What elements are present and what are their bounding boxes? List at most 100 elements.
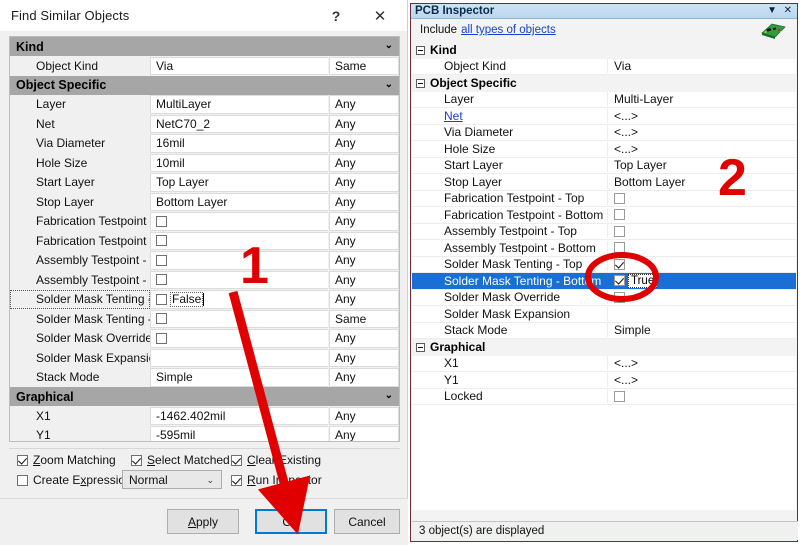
property-row[interactable]: Start Layer Top Layer Any: [10, 172, 399, 192]
property-value-checkbox[interactable]: [156, 215, 167, 227]
inspector-property-row[interactable]: Solder Mask Tenting - Bottom True: [412, 273, 796, 290]
inspector-property-row[interactable]: Stack Mode Simple: [412, 322, 796, 339]
property-value[interactable]: [150, 231, 328, 250]
property-row[interactable]: Assembly Testpoint - Top Any: [10, 250, 399, 270]
property-value[interactable]: [150, 329, 328, 348]
cancel-button[interactable]: Cancel: [334, 509, 400, 534]
property-row[interactable]: Object Kind Via Same: [10, 56, 399, 76]
property-row[interactable]: Solder Mask Tenting - B Same: [10, 309, 399, 329]
collapse-icon[interactable]: [416, 45, 425, 55]
inspector-group-header[interactable]: Graphical: [412, 339, 796, 356]
clear-existing-checkbox[interactable]: Clear Existing: [231, 453, 321, 467]
group-header[interactable]: Object Specific ⌄: [10, 75, 399, 95]
property-value[interactable]: MultiLayer: [150, 95, 328, 114]
inspector-property-row[interactable]: Via Diameter <...>: [412, 124, 796, 141]
property-value-checkbox[interactable]: [156, 235, 167, 247]
property-row[interactable]: Fabrication Testpoint - T Any: [10, 211, 399, 231]
inspector-property-value[interactable]: Bottom Layer: [608, 175, 796, 189]
inspector-property-value[interactable]: <...>: [608, 142, 796, 156]
property-row[interactable]: Layer MultiLayer Any: [10, 94, 399, 114]
help-icon[interactable]: ?: [317, 0, 355, 31]
chevron-down-icon[interactable]: ⌄: [385, 41, 393, 51]
property-row[interactable]: Solder Mask Tenting - T False Any: [10, 289, 399, 309]
match-mode-cell[interactable]: Any: [329, 173, 399, 192]
match-mode-cell[interactable]: Any: [329, 270, 399, 289]
collapse-icon[interactable]: [416, 78, 425, 88]
close-icon[interactable]: ✕: [361, 0, 399, 31]
property-row[interactable]: Hole Size 10mil Any: [10, 153, 399, 173]
match-mode-cell[interactable]: Same: [329, 56, 399, 75]
property-row[interactable]: Fabrication Testpoint - B Any: [10, 231, 399, 251]
inspector-value-checkbox[interactable]: [614, 209, 625, 221]
inspector-group-header[interactable]: Kind: [412, 42, 796, 59]
property-value[interactable]: NetC70_2: [150, 114, 328, 133]
match-mode-cell[interactable]: Any: [329, 95, 399, 114]
inspector-property-row[interactable]: Net <...>: [412, 108, 796, 125]
inspector-property-value[interactable]: [608, 209, 796, 221]
inspector-property-row[interactable]: Assembly Testpoint - Bottom: [412, 240, 796, 257]
inspector-value-checkbox[interactable]: [614, 258, 625, 270]
inspector-property-value[interactable]: [608, 192, 796, 204]
inspector-property-value[interactable]: Simple: [608, 323, 796, 337]
property-value[interactable]: [150, 251, 328, 270]
property-value-checkbox[interactable]: [156, 293, 167, 305]
inspector-property-row[interactable]: Object Kind Via: [412, 58, 796, 75]
create-expression-box[interactable]: [17, 474, 28, 486]
inspector-property-row[interactable]: Solder Mask Tenting - Top: [412, 256, 796, 273]
close-icon[interactable]: ✕: [784, 5, 792, 16]
property-value-editor[interactable]: False: [170, 291, 205, 307]
create-expression-checkbox[interactable]: Create Expression: [17, 473, 132, 487]
ok-button[interactable]: OK: [255, 509, 327, 534]
inspector-property-value[interactable]: Top Layer: [608, 158, 796, 172]
property-row[interactable]: Stop Layer Bottom Layer Any: [10, 192, 399, 212]
property-row[interactable]: Y1 -595mil Any: [10, 425, 399, 441]
apply-button[interactable]: Apply: [167, 509, 239, 534]
property-value[interactable]: [150, 270, 328, 289]
property-value-checkbox[interactable]: [156, 274, 167, 286]
inspector-property-row[interactable]: Layer Multi-Layer: [412, 91, 796, 108]
match-mode-cell[interactable]: Any: [329, 426, 399, 441]
match-mode-cell[interactable]: Any: [329, 406, 399, 425]
property-row[interactable]: Solder Mask Override Any: [10, 328, 399, 348]
inspector-value-checkbox[interactable]: [614, 291, 625, 303]
inspector-grid[interactable]: Kind Object Kind Via Object Specific Layer Mu…: [412, 42, 796, 510]
inspector-property-row[interactable]: Locked: [412, 388, 796, 405]
match-mode-cell[interactable]: Any: [329, 212, 399, 231]
match-mode-cell[interactable]: Any: [329, 290, 399, 309]
property-value-checkbox[interactable]: [156, 254, 167, 266]
property-value[interactable]: Bottom Layer: [150, 192, 328, 211]
match-mode-cell[interactable]: Any: [329, 251, 399, 270]
property-value-checkbox[interactable]: [156, 332, 167, 344]
inspector-value-checkbox[interactable]: [614, 390, 625, 402]
zoom-matching-checkbox[interactable]: Zoom Matching: [17, 453, 116, 467]
include-link[interactable]: all types of objects: [461, 24, 556, 36]
inspector-property-value[interactable]: Via: [608, 59, 796, 73]
property-value[interactable]: -1462.402mil: [150, 406, 328, 425]
chevron-down-icon[interactable]: ⌄: [385, 391, 393, 401]
match-mode-cell[interactable]: Any: [329, 231, 399, 250]
property-value[interactable]: 16mil: [150, 134, 328, 153]
inspector-property-value[interactable]: Multi-Layer: [608, 92, 796, 106]
property-value[interactable]: Top Layer: [150, 173, 328, 192]
property-row[interactable]: Stack Mode Simple Any: [10, 367, 399, 387]
select-matched-box[interactable]: [131, 454, 142, 466]
property-value-checkbox[interactable]: [156, 313, 167, 325]
inspector-property-row[interactable]: Y1 <...>: [412, 372, 796, 389]
property-value[interactable]: Via: [150, 56, 328, 75]
inspector-value-checkbox[interactable]: [614, 192, 625, 204]
inspector-property-label[interactable]: Net: [412, 108, 608, 123]
property-value[interactable]: [150, 309, 328, 328]
inspector-property-value[interactable]: <...>: [608, 373, 796, 387]
zoom-matching-box[interactable]: [17, 454, 28, 466]
inspector-value-checkbox[interactable]: [614, 225, 625, 237]
chevron-down-icon[interactable]: ⌄: [385, 79, 393, 90]
property-row[interactable]: Net NetC70_2 Any: [10, 114, 399, 134]
net-link[interactable]: Net: [444, 109, 463, 123]
group-header[interactable]: Kind ⌄: [10, 37, 399, 56]
inspector-value-checkbox[interactable]: [614, 242, 625, 254]
inspector-property-value[interactable]: [608, 390, 796, 402]
property-value[interactable]: Simple: [150, 368, 328, 387]
group-header[interactable]: Graphical ⌄: [10, 387, 399, 406]
inspector-group-header[interactable]: Object Specific: [412, 75, 796, 92]
inspector-property-value[interactable]: [608, 291, 796, 303]
